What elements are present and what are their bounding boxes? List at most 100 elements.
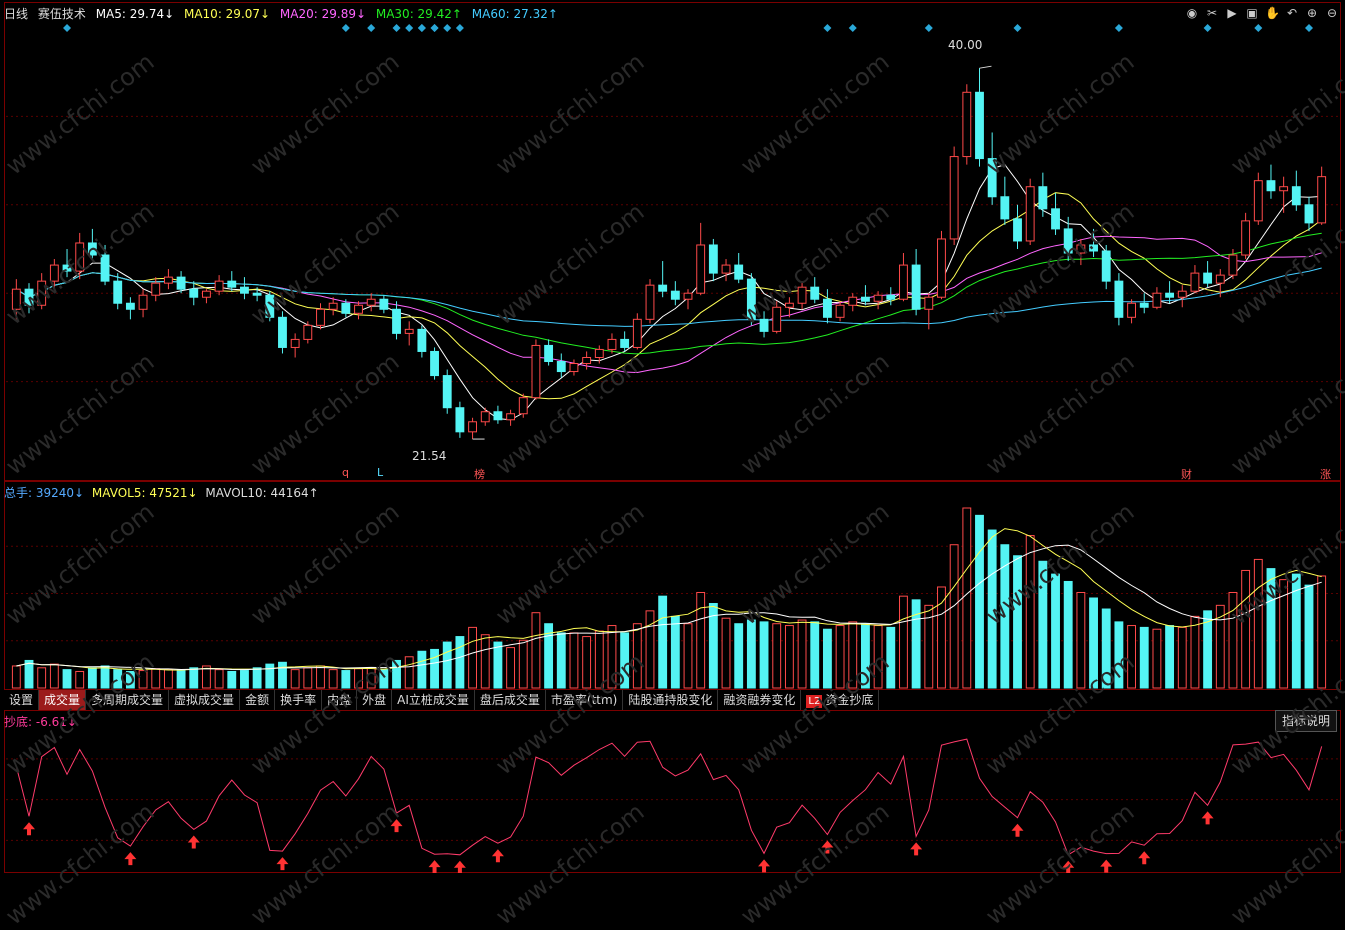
candle-body bbox=[1114, 280, 1124, 318]
volume-bar bbox=[227, 670, 237, 689]
volume-bar bbox=[303, 667, 313, 689]
volume-bar bbox=[1177, 626, 1187, 689]
ma10-line bbox=[16, 192, 1323, 400]
ma30-value: MA30: 29.42↑ bbox=[375, 7, 462, 21]
candle-body bbox=[278, 316, 287, 348]
volume-bar bbox=[835, 625, 845, 689]
zoom-out-icon[interactable]: ⊖ bbox=[1325, 6, 1339, 20]
play-icon[interactable]: ▶ bbox=[1225, 6, 1239, 20]
tab-amount[interactable]: 金额 bbox=[240, 690, 276, 710]
buy-arrow bbox=[1201, 811, 1214, 825]
candle-body bbox=[1013, 218, 1022, 242]
event-mark-cai[interactable]: 财 bbox=[1181, 466, 1192, 482]
buy-arrow bbox=[187, 835, 200, 849]
candle-body bbox=[240, 286, 249, 294]
candle-body bbox=[316, 308, 325, 326]
candle-body bbox=[442, 375, 452, 409]
ma-legend: 日线 赛伍技术 MA5: 29.74↓ MA10: 29.07↓ MA20: 2… bbox=[4, 5, 564, 21]
candle-body bbox=[658, 284, 668, 292]
signal-diamond bbox=[63, 24, 72, 32]
volume-bar bbox=[607, 625, 617, 689]
volume-bar bbox=[962, 507, 972, 689]
hand-icon[interactable]: ✋ bbox=[1265, 6, 1280, 20]
candle-body bbox=[848, 296, 858, 306]
volume-bar bbox=[531, 612, 541, 689]
candle-body bbox=[962, 91, 972, 158]
candle-body bbox=[1177, 290, 1187, 298]
tab-settings[interactable]: 设置 bbox=[4, 690, 40, 710]
candle-body bbox=[366, 298, 376, 306]
candle-body bbox=[1051, 208, 1060, 230]
candle-body bbox=[341, 302, 351, 314]
tab-margin-trading[interactable]: 融资融券变化 bbox=[718, 690, 802, 710]
volume-bar bbox=[949, 544, 959, 689]
candle-body bbox=[708, 244, 718, 274]
tab-outer-volume[interactable]: 外盘 bbox=[357, 690, 393, 710]
signal-diamond bbox=[367, 24, 376, 32]
volume-bar bbox=[670, 615, 680, 689]
candle-body bbox=[455, 407, 465, 433]
volume-bar bbox=[861, 623, 870, 689]
eye-icon[interactable]: ◉ bbox=[1185, 6, 1199, 20]
volume-bar bbox=[24, 659, 34, 689]
buy-arrow bbox=[428, 860, 441, 873]
volume-bar bbox=[1025, 535, 1035, 689]
volume-bar bbox=[632, 623, 642, 689]
tab-ai-volume[interactable]: AI立桩成交量 bbox=[392, 690, 475, 710]
candle-body bbox=[975, 91, 984, 160]
volume-bar bbox=[290, 669, 300, 689]
candle-body bbox=[125, 302, 135, 310]
tab-after-hours-volume[interactable]: 盘后成交量 bbox=[475, 690, 546, 710]
event-mark-q[interactable]: q bbox=[342, 466, 349, 479]
volume-bar bbox=[366, 667, 376, 689]
buy-arrow bbox=[453, 860, 466, 873]
volume-bar bbox=[442, 641, 452, 689]
candle-body bbox=[1215, 274, 1225, 284]
tab-virtual-volume[interactable]: 虚拟成交量 bbox=[169, 690, 241, 710]
zoom-in-icon[interactable]: ⊕ bbox=[1305, 6, 1319, 20]
volume-bar bbox=[899, 595, 908, 689]
volume-bar bbox=[1241, 569, 1251, 689]
volume-bar bbox=[696, 591, 706, 689]
indicator-explain-button[interactable]: 指标说明 bbox=[1274, 710, 1337, 732]
tab-pe-ttm[interactable]: 市盈率(ttm) bbox=[546, 690, 624, 710]
tab-fund-bottom[interactable]: L2 资金抄底 bbox=[801, 690, 880, 710]
candle-body bbox=[822, 298, 832, 318]
candle-body bbox=[899, 264, 908, 300]
tab-multi-period-volume[interactable]: 多周期成交量 bbox=[86, 690, 170, 710]
signal-diamond bbox=[417, 24, 426, 32]
signal-diamond bbox=[924, 24, 933, 32]
lock-icon[interactable]: ▣ bbox=[1245, 6, 1259, 20]
chart-toolbar: ◉ ✂ ▶ ▣ ✋ ↶ ⊕ ⊖ bbox=[1185, 6, 1339, 20]
candle-body bbox=[430, 350, 439, 377]
buy-arrow bbox=[124, 852, 137, 866]
scissors-icon[interactable]: ✂ bbox=[1205, 6, 1219, 20]
undo-icon[interactable]: ↶ bbox=[1285, 6, 1299, 20]
tab-inner-volume[interactable]: 内盘 bbox=[322, 690, 358, 710]
tab-volume[interactable]: 成交量 bbox=[39, 690, 87, 710]
volume-bar bbox=[49, 663, 59, 689]
event-mark-bang[interactable]: 榜 bbox=[474, 466, 485, 482]
candle-body bbox=[1228, 254, 1238, 276]
candle-body bbox=[37, 280, 47, 306]
signal-diamond bbox=[405, 24, 414, 32]
volume-bar bbox=[506, 647, 516, 689]
candle-body bbox=[290, 338, 300, 348]
candle-body bbox=[62, 264, 72, 272]
tab-northbound-holding[interactable]: 陆股通持股变化 bbox=[623, 690, 719, 710]
candle-body bbox=[886, 294, 896, 300]
event-mark-zhang[interactable]: 涨 bbox=[1320, 466, 1331, 482]
bottom-indicator-chart bbox=[6, 738, 1340, 873]
candle-body bbox=[1076, 244, 1086, 254]
volume-bar bbox=[746, 619, 756, 689]
volume-bar bbox=[975, 514, 984, 689]
event-mark-l[interactable]: L bbox=[377, 466, 383, 479]
mavol10-line bbox=[16, 544, 1322, 671]
signal-diamond bbox=[455, 24, 464, 32]
volume-bar bbox=[176, 669, 186, 689]
volume-bar bbox=[683, 623, 693, 689]
volume-bar bbox=[518, 639, 528, 689]
volume-bar bbox=[125, 670, 135, 689]
tab-turnover[interactable]: 换手率 bbox=[275, 690, 323, 710]
signal-diamond bbox=[848, 24, 857, 32]
